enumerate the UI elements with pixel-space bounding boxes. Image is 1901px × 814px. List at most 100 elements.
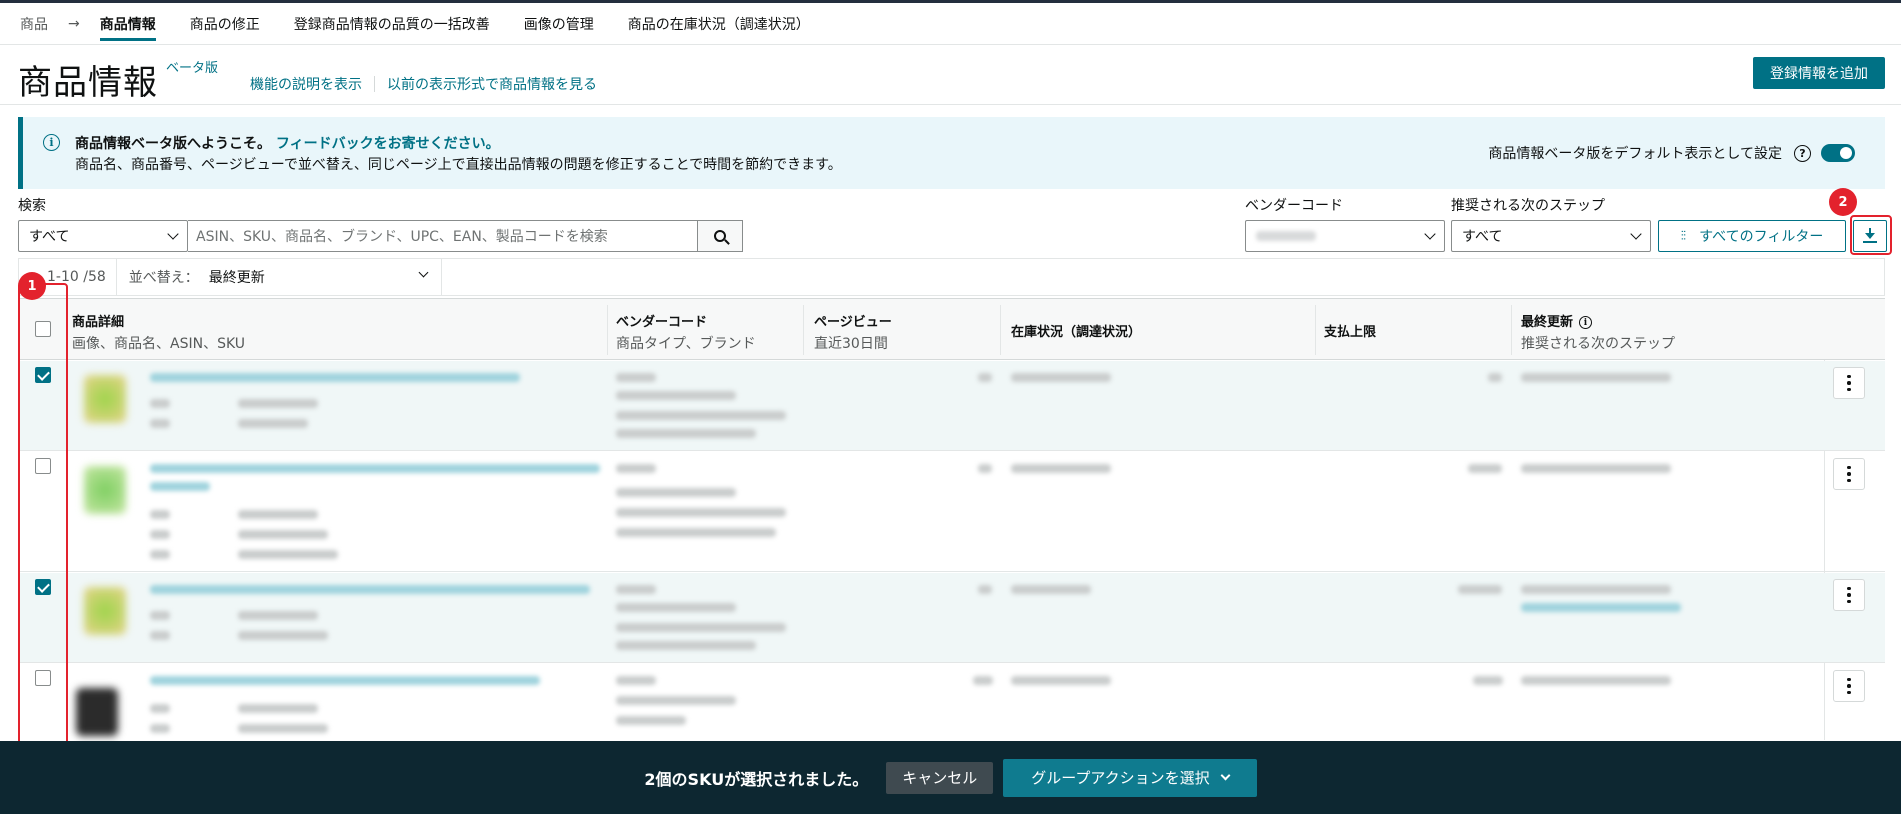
divider: [374, 76, 375, 92]
search-scope-select[interactable]: すべて: [18, 220, 188, 252]
vendor-code-value: [616, 676, 656, 685]
tab-product-info[interactable]: 商品情報: [99, 7, 156, 41]
table-row[interactable]: [18, 361, 1885, 451]
col-title-text: 最終更新: [1521, 315, 1574, 330]
breadcrumb: 商品 → 商品情報 商品の修正 登録商品情報の品質の一括改善 画像の管理 商品の…: [0, 3, 1901, 45]
group-action-label: グループアクションを選択: [1031, 769, 1210, 787]
annotation-badge: 1: [18, 272, 46, 300]
inventory-status-value: [1011, 464, 1111, 473]
vendor-code-label: ベンダーコード: [1245, 198, 1343, 214]
default-view-setting: 商品情報ベータ版をデフォルト表示として設定 ?: [1488, 143, 1855, 163]
col-page-views[interactable]: ページビュー 直近30日間: [814, 311, 892, 353]
banner-title: 商品情報ベータ版へようこそ。 フィードバックをお寄せください。: [75, 133, 500, 153]
next-step-link[interactable]: [1521, 603, 1681, 612]
col-payment-limit[interactable]: 支払上限: [1324, 321, 1376, 340]
more-actions-button[interactable]: [1833, 367, 1865, 399]
group-action-button[interactable]: グループアクションを選択: [1003, 758, 1257, 797]
legacy-view-link[interactable]: 以前の表示形式で商品情報を見る: [387, 74, 597, 94]
col-inventory-status[interactable]: 在庫状況（調達状況）: [1011, 321, 1141, 340]
ean-value: [238, 550, 338, 559]
product-image: [84, 466, 126, 514]
more-actions-button[interactable]: [1833, 458, 1865, 490]
sort-label: 並べ替え：: [128, 270, 199, 286]
sku-value: [238, 419, 308, 428]
last-updated-value: [1521, 676, 1671, 685]
col-title: 商品詳細: [72, 315, 125, 330]
all-filters-label: すべてのフィルター: [1699, 229, 1824, 245]
tab-image-manager[interactable]: 画像の管理: [524, 14, 594, 34]
payment-limit-value: [1488, 373, 1502, 382]
arrow-right-icon: →: [68, 15, 80, 32]
banner-description: 商品名、商品番号、ページビューで並べ替え、同じページ上で直接出品情報の問題を修正…: [75, 157, 842, 173]
cancel-button[interactable]: キャンセル: [886, 761, 994, 794]
table-row[interactable]: [18, 452, 1885, 572]
list-controls: 1-10 /58 並べ替え： 最終更新: [18, 258, 1885, 296]
divider: [803, 305, 804, 355]
breadcrumb-root[interactable]: 商品: [20, 14, 48, 34]
add-listing-button[interactable]: 登録情報を追加: [1753, 57, 1885, 89]
search-label: 検索: [18, 198, 46, 214]
col-vendor-code[interactable]: ベンダーコード 商品タイプ、ブランド: [616, 311, 756, 353]
tab-inventory-status[interactable]: 商品の在庫状況（調達状況）: [628, 14, 810, 34]
page-views-value: [973, 676, 993, 685]
table-row[interactable]: [18, 573, 1885, 663]
col-subtitle: 商品タイプ、ブランド: [616, 336, 756, 352]
help-icon[interactable]: ?: [1794, 144, 1811, 162]
product-title[interactable]: [150, 585, 590, 594]
product-title[interactable]: [150, 373, 520, 382]
more-actions-button[interactable]: [1833, 670, 1865, 702]
asin-value: [238, 399, 318, 408]
info-icon: i: [43, 134, 60, 151]
search-button[interactable]: [697, 220, 743, 252]
feedback-link[interactable]: フィードバックをお寄せください。: [276, 136, 500, 152]
asin-value: [238, 611, 318, 620]
explain-link[interactable]: 機能の説明を表示: [250, 74, 362, 94]
product-title[interactable]: [150, 482, 210, 491]
default-view-toggle[interactable]: [1821, 144, 1855, 162]
welcome-banner: i 商品情報ベータ版へようこそ。 フィードバックをお寄せください。 商品名、商品…: [18, 117, 1885, 189]
col-product-details: 商品詳細 画像、商品名、ASIN、SKU: [72, 311, 245, 353]
vendor-code-value: [616, 373, 656, 382]
page-views-value: [978, 373, 992, 382]
product-image: [76, 688, 118, 736]
col-last-updated[interactable]: 最終更新 i 推奨される次のステップ: [1521, 311, 1675, 353]
brand: [616, 623, 786, 632]
sku-value: [238, 724, 328, 733]
vendor-code-value: [616, 464, 656, 473]
table-header: 商品詳細 画像、商品名、ASIN、SKU ベンダーコード 商品タイプ、ブランド …: [18, 298, 1885, 360]
tab-fix-products[interactable]: 商品の修正: [190, 14, 260, 34]
toggle-knob: [1840, 147, 1852, 159]
brand: [616, 716, 686, 725]
next-step-select[interactable]: すべて: [1451, 220, 1651, 252]
more-actions-button[interactable]: [1833, 579, 1865, 611]
sku-label: [150, 419, 170, 428]
col-title: 在庫状況（調達状況）: [1011, 325, 1142, 340]
product-title[interactable]: [150, 464, 600, 473]
annotation-box-checkboxes: [18, 283, 68, 747]
col-title: 支払上限: [1324, 325, 1377, 340]
table-row[interactable]: [18, 664, 1885, 741]
inventory-status-value: [1011, 676, 1111, 685]
brand: [616, 508, 786, 517]
beta-badge: ベータ版: [166, 61, 219, 76]
asin-value: [238, 704, 318, 713]
col-title: 最終更新 i: [1521, 311, 1675, 330]
col-title: ページビュー: [814, 315, 892, 330]
asin-label: [150, 611, 170, 620]
tab-bulk-quality[interactable]: 登録商品情報の品質の一括改善: [294, 14, 490, 34]
vendor-code-select[interactable]: [1245, 220, 1445, 252]
brand: [616, 429, 756, 438]
sku-value: [238, 530, 328, 539]
annotation-box-download: [1850, 215, 1892, 255]
all-filters-button[interactable]: ⫶⫶ すべてのフィルター: [1658, 220, 1846, 252]
chevron-down-icon: [1424, 228, 1436, 240]
brand: [616, 641, 756, 650]
last-updated-value: [1521, 464, 1671, 473]
inventory-status-value: [1011, 585, 1091, 594]
info-icon[interactable]: i: [1579, 316, 1593, 329]
product-title[interactable]: [150, 676, 540, 685]
sort-select[interactable]: 最終更新: [209, 267, 441, 287]
payment-limit-value: [1468, 464, 1502, 473]
vendor-code-value: [1256, 231, 1316, 241]
search-input[interactable]: ASIN、SKU、商品名、ブランド、UPC、EAN、製品コードを検索: [188, 220, 698, 252]
